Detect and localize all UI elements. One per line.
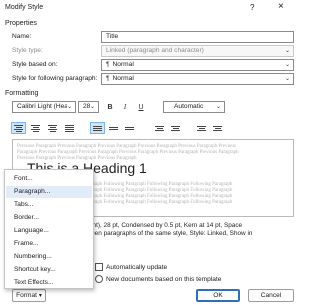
based-on-dropdown[interactable]: ¶ Normal ⌄ (101, 59, 294, 71)
space-after-button[interactable] (168, 122, 183, 134)
font-dropdown[interactable]: Calibri Light (Head ⌄ (12, 101, 76, 113)
following-label: Style for following paragraph: (12, 75, 98, 82)
format-button[interactable]: Format ▾ (12, 289, 46, 302)
menu-item-text-effects[interactable]: Text Effects... (6, 277, 92, 289)
align-center-button[interactable] (28, 122, 43, 134)
format-menu: Font... Paragraph... Tabs... Border... L… (4, 169, 94, 289)
chevron-down-icon: ⌄ (284, 76, 290, 82)
close-icon[interactable]: × (278, 1, 284, 12)
auto-update-checkbox[interactable] (95, 263, 103, 271)
paragraph-icon: ¶ (106, 61, 110, 68)
chevron-down-icon: ⌄ (284, 48, 290, 54)
formatting-section-label: Formatting (5, 90, 39, 97)
decrease-indent-button[interactable] (194, 122, 209, 134)
following-value: Normal (112, 75, 134, 82)
window-title: Modify Style (5, 4, 44, 11)
color-value: Automatic (174, 103, 204, 110)
chevron-down-icon: ⌄ (89, 104, 95, 110)
chevron-down-icon: ⌄ (284, 62, 290, 68)
help-icon[interactable]: ? (250, 3, 254, 12)
menu-item-border[interactable]: Border... (6, 212, 92, 224)
menu-item-frame[interactable]: Frame... (6, 238, 92, 250)
size-dropdown[interactable]: 28 ⌄ (78, 101, 99, 113)
one-half-spacing-button[interactable] (106, 122, 121, 134)
menu-item-shortcut-key[interactable]: Shortcut key... (6, 264, 92, 276)
name-label: Name: (12, 33, 32, 40)
format-label: Format (16, 292, 38, 299)
font-value: Calibri Light (Head (17, 103, 72, 110)
menu-item-tabs[interactable]: Tabs... (6, 199, 92, 211)
description-line: (Calibri Light), 28 pt, Condensed by 0.5… (62, 222, 243, 229)
following-dropdown[interactable]: ¶ Normal ⌄ (101, 73, 294, 85)
underline-button[interactable]: U (135, 101, 147, 113)
style-type-value: Linked (paragraph and character) (106, 47, 204, 54)
align-right-button[interactable] (45, 122, 60, 134)
ok-button[interactable]: OK (196, 289, 240, 302)
bold-button[interactable]: B (104, 101, 116, 113)
title-bar: Modify Style ? × (0, 0, 300, 16)
menu-item-language[interactable]: Language... (6, 225, 92, 237)
name-field[interactable]: Title (101, 31, 294, 43)
new-documents-label: New documents based on this template (106, 276, 222, 283)
chevron-down-icon: ⌄ (66, 102, 72, 112)
paragraph-icon: ¶ (106, 75, 110, 82)
cancel-button[interactable]: Cancel (248, 289, 294, 302)
name-value: Title (106, 33, 119, 40)
based-on-label: Style based on: (12, 61, 58, 68)
increase-indent-button[interactable] (210, 122, 225, 134)
single-spacing-button[interactable] (90, 122, 105, 134)
style-type-dropdown: Linked (paragraph and character) ⌄ (101, 45, 294, 57)
font-color-dropdown[interactable]: Automatic ⌄ (163, 101, 225, 113)
style-type-label: Style type: (12, 47, 43, 54)
based-on-value: Normal (112, 61, 134, 68)
description-line: pace between paragraphs of the same styl… (62, 230, 253, 237)
align-left-button[interactable] (11, 122, 26, 134)
justify-button[interactable] (62, 122, 77, 134)
menu-item-numbering[interactable]: Numbering... (6, 251, 92, 263)
chevron-down-icon: ▾ (38, 293, 42, 299)
properties-section-label: Properties (5, 20, 37, 27)
menu-item-font[interactable]: Font... (6, 173, 92, 185)
italic-button[interactable]: I (119, 101, 131, 113)
double-spacing-button[interactable] (122, 122, 137, 134)
chevron-down-icon: ⌄ (215, 104, 221, 110)
space-before-button[interactable] (152, 122, 167, 134)
menu-item-paragraph[interactable]: Paragraph... (6, 186, 92, 198)
new-documents-radio[interactable] (95, 275, 103, 283)
auto-update-label: Automatically update (106, 264, 168, 271)
